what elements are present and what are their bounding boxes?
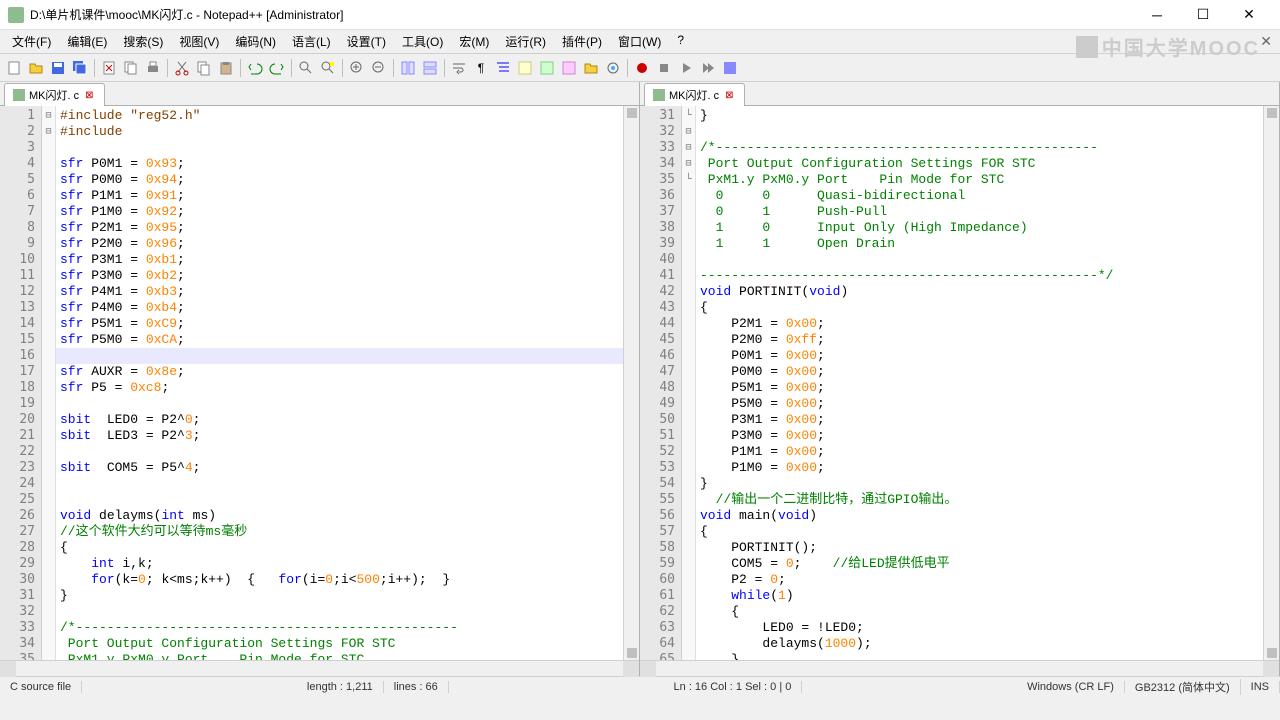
status-bar: C source file length : 1,211 lines : 66 …	[0, 676, 1280, 696]
menu-item[interactable]: 窗口(W)	[610, 31, 669, 52]
vertical-scrollbar[interactable]	[1263, 106, 1279, 660]
copy-icon[interactable]	[194, 58, 214, 78]
horizontal-scrollbar[interactable]	[0, 660, 639, 676]
close-button[interactable]: ✕	[1226, 0, 1272, 30]
tab-label: MK闪灯. c	[669, 87, 719, 103]
menu-item[interactable]: 设置(T)	[339, 31, 394, 52]
doc-map-icon[interactable]	[537, 58, 557, 78]
maximize-button[interactable]: ☐	[1180, 0, 1226, 30]
menu-item[interactable]: 编码(N)	[227, 31, 284, 52]
status-eol: Windows (CR LF)	[1017, 681, 1125, 693]
menu-item[interactable]: 语言(L)	[284, 31, 339, 52]
tab-right[interactable]: MK闪灯. c ⊠	[644, 83, 745, 106]
sync-v-icon[interactable]	[398, 58, 418, 78]
menu-item[interactable]: 编辑(E)	[59, 31, 115, 52]
save-macro-icon[interactable]	[720, 58, 740, 78]
menu-item[interactable]: 搜索(S)	[115, 31, 171, 52]
tab-close-icon[interactable]: ⊠	[723, 90, 735, 101]
right-editor[interactable]: 3132333435363738394041424344454647484950…	[640, 106, 1279, 660]
folder-icon[interactable]	[581, 58, 601, 78]
left-tabbar: MK闪灯. c ⊠	[0, 82, 639, 106]
fold-gutter[interactable]: ⊟⊟	[42, 106, 56, 660]
redo-icon[interactable]	[267, 58, 287, 78]
menu-item[interactable]: 文件(F)	[4, 31, 59, 52]
new-file-icon[interactable]	[4, 58, 24, 78]
menu-item[interactable]: 视图(V)	[171, 31, 227, 52]
menu-item[interactable]: 插件(P)	[554, 31, 610, 52]
func-list-icon[interactable]	[559, 58, 579, 78]
lang-icon[interactable]	[515, 58, 535, 78]
status-position: Ln : 16 Col : 1 Sel : 0 | 0	[664, 681, 803, 693]
file-icon	[13, 89, 25, 101]
line-gutter: 3132333435363738394041424344454647484950…	[640, 106, 682, 660]
undo-icon[interactable]	[245, 58, 265, 78]
horizontal-scrollbar[interactable]	[640, 660, 1279, 676]
tab-label: MK闪灯. c	[29, 87, 79, 103]
status-insert-mode: INS	[1241, 681, 1280, 693]
menu-item[interactable]: 工具(O)	[394, 31, 451, 52]
menu-item[interactable]: 宏(M)	[451, 31, 497, 52]
code-content[interactable]: #include "reg52.h"#include sfr P0M1 = 0x…	[56, 106, 623, 660]
open-file-icon[interactable]	[26, 58, 46, 78]
status-encoding: GB2312 (简体中文)	[1125, 679, 1241, 695]
fold-gutter[interactable]: └⊟⊟⊟└	[682, 106, 696, 660]
left-editor[interactable]: 1234567891011121314151617181920212223242…	[0, 106, 639, 660]
zoom-in-icon[interactable]	[347, 58, 367, 78]
print-icon[interactable]	[143, 58, 163, 78]
status-lines: lines : 66	[384, 681, 449, 693]
right-pane: MK闪灯. c ⊠ 3132333435363738394041424344454…	[640, 82, 1280, 676]
show-all-chars-icon[interactable]: ¶	[471, 58, 491, 78]
title-bar: D:\单片机课件\mooc\MK闪灯.c - Notepad++ [Admini…	[0, 0, 1280, 30]
close-file-icon[interactable]	[99, 58, 119, 78]
cut-icon[interactable]	[172, 58, 192, 78]
right-tabbar: MK闪灯. c ⊠	[640, 82, 1279, 106]
line-gutter: 1234567891011121314151617181920212223242…	[0, 106, 42, 660]
stop-macro-icon[interactable]	[654, 58, 674, 78]
minimize-button[interactable]: ─	[1134, 0, 1180, 30]
monitor-icon[interactable]	[603, 58, 623, 78]
paste-icon[interactable]	[216, 58, 236, 78]
editors-split: MK闪灯. c ⊠ 1234567891011121314151617181920…	[0, 82, 1280, 676]
status-filetype: C source file	[0, 681, 82, 693]
save-icon[interactable]	[48, 58, 68, 78]
record-macro-icon[interactable]	[632, 58, 652, 78]
code-content[interactable]: }/*-------------------------------------…	[696, 106, 1263, 660]
zoom-out-icon[interactable]	[369, 58, 389, 78]
sync-h-icon[interactable]	[420, 58, 440, 78]
menu-item[interactable]: ?	[669, 31, 692, 52]
tab-left[interactable]: MK闪灯. c ⊠	[4, 83, 105, 106]
left-pane: MK闪灯. c ⊠ 1234567891011121314151617181920…	[0, 82, 640, 676]
window-title: D:\单片机课件\mooc\MK闪灯.c - Notepad++ [Admini…	[30, 6, 1134, 23]
file-icon	[653, 89, 665, 101]
tab-close-icon[interactable]: ⊠	[83, 90, 95, 101]
close-all-icon[interactable]	[121, 58, 141, 78]
save-all-icon[interactable]	[70, 58, 90, 78]
toolbar: ¶	[0, 54, 1280, 82]
menu-item[interactable]: 运行(R)	[497, 31, 554, 52]
replace-icon[interactable]	[318, 58, 338, 78]
wordwrap-icon[interactable]	[449, 58, 469, 78]
app-icon	[8, 7, 24, 23]
play-macro-icon[interactable]	[676, 58, 696, 78]
status-length: length : 1,211	[297, 681, 384, 693]
menu-bar: 文件(F)编辑(E)搜索(S)视图(V)编码(N)语言(L)设置(T)工具(O)…	[0, 30, 1280, 54]
vertical-scrollbar[interactable]	[623, 106, 639, 660]
find-icon[interactable]	[296, 58, 316, 78]
play-multi-icon[interactable]	[698, 58, 718, 78]
secondary-close-button[interactable]: ✕	[1260, 33, 1272, 50]
indent-guide-icon[interactable]	[493, 58, 513, 78]
